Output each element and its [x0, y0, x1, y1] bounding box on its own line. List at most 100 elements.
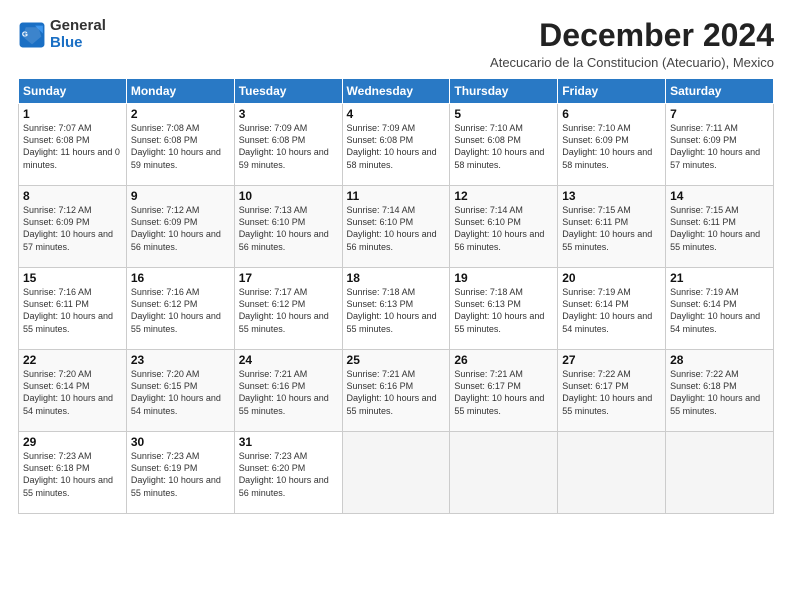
logo-line2: Blue [50, 35, 106, 52]
day-of-week-monday: Monday [126, 79, 234, 104]
day-detail: Sunrise: 7:22 AMSunset: 6:17 PMDaylight:… [562, 368, 661, 417]
day-number: 6 [562, 107, 661, 121]
day-detail: Sunrise: 7:11 AMSunset: 6:09 PMDaylight:… [670, 122, 769, 171]
calendar-cell: 9Sunrise: 7:12 AMSunset: 6:09 PMDaylight… [126, 186, 234, 268]
day-number: 19 [454, 271, 553, 285]
day-number: 22 [23, 353, 122, 367]
calendar-cell: 18Sunrise: 7:18 AMSunset: 6:13 PMDayligh… [342, 268, 450, 350]
day-detail: Sunrise: 7:15 AMSunset: 6:11 PMDaylight:… [562, 204, 661, 253]
day-number: 25 [347, 353, 446, 367]
day-number: 9 [131, 189, 230, 203]
day-number: 18 [347, 271, 446, 285]
day-detail: Sunrise: 7:12 AMSunset: 6:09 PMDaylight:… [23, 204, 122, 253]
day-number: 24 [239, 353, 338, 367]
svg-text:G: G [22, 29, 28, 38]
day-of-week-friday: Friday [558, 79, 666, 104]
day-detail: Sunrise: 7:23 AMSunset: 6:20 PMDaylight:… [239, 450, 338, 499]
calendar-cell: 2Sunrise: 7:08 AMSunset: 6:08 PMDaylight… [126, 104, 234, 186]
calendar-cell: 3Sunrise: 7:09 AMSunset: 6:08 PMDaylight… [234, 104, 342, 186]
day-detail: Sunrise: 7:14 AMSunset: 6:10 PMDaylight:… [347, 204, 446, 253]
day-detail: Sunrise: 7:21 AMSunset: 6:16 PMDaylight:… [239, 368, 338, 417]
calendar-cell: 26Sunrise: 7:21 AMSunset: 6:17 PMDayligh… [450, 350, 558, 432]
calendar-cell: 13Sunrise: 7:15 AMSunset: 6:11 PMDayligh… [558, 186, 666, 268]
calendar-cell: 11Sunrise: 7:14 AMSunset: 6:10 PMDayligh… [342, 186, 450, 268]
calendar-cell: 28Sunrise: 7:22 AMSunset: 6:18 PMDayligh… [666, 350, 774, 432]
day-number: 4 [347, 107, 446, 121]
day-detail: Sunrise: 7:13 AMSunset: 6:10 PMDaylight:… [239, 204, 338, 253]
day-detail: Sunrise: 7:18 AMSunset: 6:13 PMDaylight:… [347, 286, 446, 335]
day-detail: Sunrise: 7:17 AMSunset: 6:12 PMDaylight:… [239, 286, 338, 335]
day-number: 8 [23, 189, 122, 203]
day-number: 12 [454, 189, 553, 203]
day-number: 11 [347, 189, 446, 203]
day-number: 23 [131, 353, 230, 367]
calendar-cell: 21Sunrise: 7:19 AMSunset: 6:14 PMDayligh… [666, 268, 774, 350]
calendar-cell: 27Sunrise: 7:22 AMSunset: 6:17 PMDayligh… [558, 350, 666, 432]
day-of-week-saturday: Saturday [666, 79, 774, 104]
calendar-cell: 15Sunrise: 7:16 AMSunset: 6:11 PMDayligh… [19, 268, 127, 350]
day-number: 30 [131, 435, 230, 449]
day-detail: Sunrise: 7:23 AMSunset: 6:19 PMDaylight:… [131, 450, 230, 499]
day-of-week-sunday: Sunday [19, 79, 127, 104]
day-number: 14 [670, 189, 769, 203]
day-number: 5 [454, 107, 553, 121]
day-number: 26 [454, 353, 553, 367]
day-number: 13 [562, 189, 661, 203]
calendar-cell: 6Sunrise: 7:10 AMSunset: 6:09 PMDaylight… [558, 104, 666, 186]
calendar-cell: 1Sunrise: 7:07 AMSunset: 6:08 PMDaylight… [19, 104, 127, 186]
calendar-cell: 20Sunrise: 7:19 AMSunset: 6:14 PMDayligh… [558, 268, 666, 350]
day-number: 17 [239, 271, 338, 285]
day-of-week-tuesday: Tuesday [234, 79, 342, 104]
day-detail: Sunrise: 7:19 AMSunset: 6:14 PMDaylight:… [670, 286, 769, 335]
day-of-week-wednesday: Wednesday [342, 79, 450, 104]
day-detail: Sunrise: 7:09 AMSunset: 6:08 PMDaylight:… [239, 122, 338, 171]
day-detail: Sunrise: 7:10 AMSunset: 6:09 PMDaylight:… [562, 122, 661, 171]
day-number: 2 [131, 107, 230, 121]
month-title: December 2024 [490, 18, 774, 53]
day-detail: Sunrise: 7:14 AMSunset: 6:10 PMDaylight:… [454, 204, 553, 253]
calendar-cell: 5Sunrise: 7:10 AMSunset: 6:08 PMDaylight… [450, 104, 558, 186]
calendar-cell: 12Sunrise: 7:14 AMSunset: 6:10 PMDayligh… [450, 186, 558, 268]
calendar-cell: 16Sunrise: 7:16 AMSunset: 6:12 PMDayligh… [126, 268, 234, 350]
calendar-cell: 7Sunrise: 7:11 AMSunset: 6:09 PMDaylight… [666, 104, 774, 186]
day-detail: Sunrise: 7:15 AMSunset: 6:11 PMDaylight:… [670, 204, 769, 253]
day-number: 7 [670, 107, 769, 121]
calendar-cell: 19Sunrise: 7:18 AMSunset: 6:13 PMDayligh… [450, 268, 558, 350]
subtitle: Atecucario de la Constitucion (Atecuario… [490, 55, 774, 70]
day-detail: Sunrise: 7:08 AMSunset: 6:08 PMDaylight:… [131, 122, 230, 171]
calendar-cell [342, 432, 450, 514]
day-detail: Sunrise: 7:10 AMSunset: 6:08 PMDaylight:… [454, 122, 553, 171]
logo-line1: General [50, 18, 106, 35]
calendar-cell: 31Sunrise: 7:23 AMSunset: 6:20 PMDayligh… [234, 432, 342, 514]
day-number: 10 [239, 189, 338, 203]
calendar-cell: 4Sunrise: 7:09 AMSunset: 6:08 PMDaylight… [342, 104, 450, 186]
calendar-cell: 30Sunrise: 7:23 AMSunset: 6:19 PMDayligh… [126, 432, 234, 514]
day-number: 16 [131, 271, 230, 285]
day-number: 1 [23, 107, 122, 121]
day-detail: Sunrise: 7:23 AMSunset: 6:18 PMDaylight:… [23, 450, 122, 499]
day-number: 29 [23, 435, 122, 449]
day-number: 15 [23, 271, 122, 285]
day-detail: Sunrise: 7:20 AMSunset: 6:14 PMDaylight:… [23, 368, 122, 417]
calendar-cell: 14Sunrise: 7:15 AMSunset: 6:11 PMDayligh… [666, 186, 774, 268]
day-detail: Sunrise: 7:20 AMSunset: 6:15 PMDaylight:… [131, 368, 230, 417]
day-number: 20 [562, 271, 661, 285]
day-detail: Sunrise: 7:18 AMSunset: 6:13 PMDaylight:… [454, 286, 553, 335]
day-number: 31 [239, 435, 338, 449]
day-detail: Sunrise: 7:22 AMSunset: 6:18 PMDaylight:… [670, 368, 769, 417]
day-detail: Sunrise: 7:09 AMSunset: 6:08 PMDaylight:… [347, 122, 446, 171]
day-detail: Sunrise: 7:07 AMSunset: 6:08 PMDaylight:… [23, 122, 122, 171]
day-detail: Sunrise: 7:21 AMSunset: 6:17 PMDaylight:… [454, 368, 553, 417]
calendar-cell [666, 432, 774, 514]
calendar-cell: 17Sunrise: 7:17 AMSunset: 6:12 PMDayligh… [234, 268, 342, 350]
day-number: 21 [670, 271, 769, 285]
logo: G General Blue [18, 18, 106, 51]
calendar-cell [558, 432, 666, 514]
day-detail: Sunrise: 7:16 AMSunset: 6:11 PMDaylight:… [23, 286, 122, 335]
day-detail: Sunrise: 7:12 AMSunset: 6:09 PMDaylight:… [131, 204, 230, 253]
calendar-cell: 10Sunrise: 7:13 AMSunset: 6:10 PMDayligh… [234, 186, 342, 268]
calendar-cell: 22Sunrise: 7:20 AMSunset: 6:14 PMDayligh… [19, 350, 127, 432]
calendar-cell [450, 432, 558, 514]
day-number: 28 [670, 353, 769, 367]
day-of-week-thursday: Thursday [450, 79, 558, 104]
